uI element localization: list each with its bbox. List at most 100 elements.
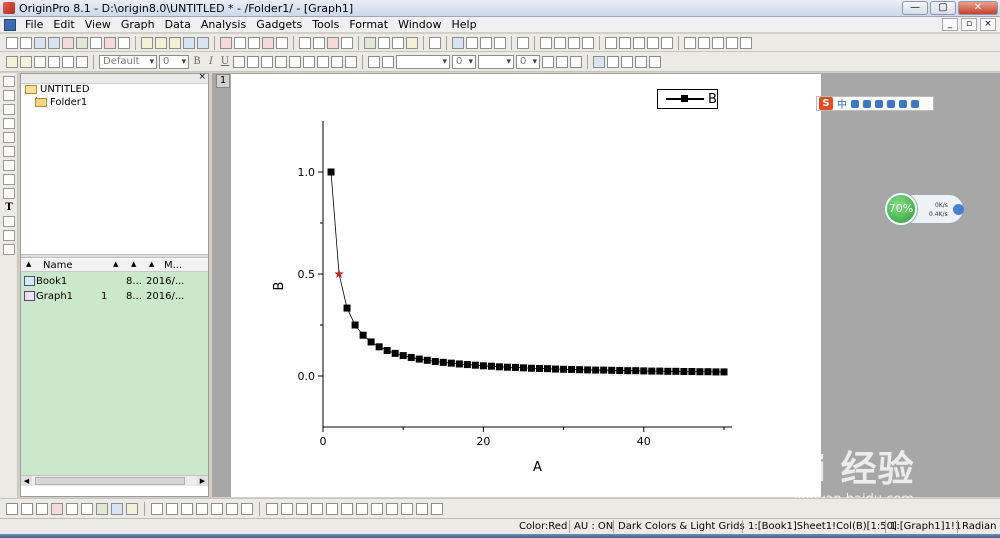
greek-icon[interactable] bbox=[275, 55, 287, 68]
italic-button[interactable]: I bbox=[205, 56, 217, 67]
subscript-icon[interactable] bbox=[247, 55, 259, 68]
menu-edit[interactable]: Edit bbox=[48, 18, 79, 31]
font-select[interactable]: Default bbox=[99, 54, 157, 69]
minimize-button[interactable]: — bbox=[902, 1, 928, 15]
sort-icon[interactable]: ▲ bbox=[113, 260, 118, 268]
add-layer-1-icon[interactable] bbox=[540, 36, 552, 49]
column-plot-icon[interactable] bbox=[51, 502, 63, 515]
align-right-icon[interactable] bbox=[296, 502, 308, 515]
axis-box2-icon[interactable] bbox=[661, 36, 673, 49]
refresh-icon[interactable] bbox=[276, 36, 288, 49]
network-widget[interactable]: 70% 0K/s 0.4K/s bbox=[884, 193, 964, 225]
explorer-close-icon[interactable]: × bbox=[198, 72, 206, 82]
user-icon[interactable] bbox=[887, 99, 895, 108]
wrench-icon[interactable] bbox=[911, 99, 919, 108]
menu-help[interactable]: Help bbox=[446, 18, 481, 31]
keyboard-icon[interactable] bbox=[875, 99, 883, 108]
move-up-icon[interactable] bbox=[621, 55, 633, 68]
mdi-close-button[interactable]: × bbox=[980, 18, 996, 31]
accelerate-icon[interactable] bbox=[953, 204, 964, 215]
new-folder-icon[interactable] bbox=[20, 36, 32, 49]
sort-icon[interactable]: ▲ bbox=[26, 260, 31, 268]
marker-icon[interactable] bbox=[593, 55, 605, 68]
axis-l-icon[interactable] bbox=[605, 36, 617, 49]
mdi-restore-button[interactable]: ▫ bbox=[961, 18, 977, 31]
new-notes-icon[interactable] bbox=[118, 36, 130, 49]
align-2-icon[interactable] bbox=[331, 55, 343, 68]
horizontal-scrollbar[interactable]: ◀ ▶ bbox=[21, 475, 208, 486]
sort-icon[interactable]: ▲ bbox=[131, 260, 136, 268]
align-center-icon[interactable] bbox=[281, 502, 293, 515]
legend[interactable]: B bbox=[657, 89, 718, 109]
sogou-logo-icon[interactable]: S bbox=[819, 97, 833, 110]
pointer-tool-icon[interactable] bbox=[3, 76, 15, 87]
3d-rotate-icon[interactable] bbox=[151, 502, 163, 515]
pencil-icon[interactable] bbox=[6, 55, 18, 68]
column-header-name[interactable]: Name bbox=[43, 260, 73, 271]
ime-mode-label[interactable]: 中 bbox=[837, 96, 847, 111]
code-window-icon[interactable] bbox=[406, 36, 418, 49]
scroll-right-icon[interactable]: ▶ bbox=[197, 476, 208, 486]
table-icon[interactable] bbox=[570, 55, 582, 68]
save-template-icon[interactable] bbox=[197, 36, 209, 49]
punctuation-icon[interactable] bbox=[863, 99, 871, 108]
template-icon[interactable] bbox=[111, 502, 123, 515]
menu-file[interactable]: File bbox=[20, 18, 48, 31]
line-symbol-icon[interactable] bbox=[36, 502, 48, 515]
new-excel-icon[interactable] bbox=[48, 36, 60, 49]
new-project-icon[interactable] bbox=[6, 36, 18, 49]
font-size-select[interactable]: 0 bbox=[159, 54, 189, 69]
3d-plot-icon[interactable] bbox=[66, 502, 78, 515]
3d-color-icon[interactable] bbox=[241, 502, 253, 515]
duplicate-icon[interactable] bbox=[313, 36, 325, 49]
line-plot-icon[interactable] bbox=[6, 502, 18, 515]
3d-bar-icon[interactable] bbox=[211, 502, 223, 515]
font-decrease-icon[interactable] bbox=[303, 55, 315, 68]
same-width-icon[interactable] bbox=[356, 502, 368, 515]
menu-tools[interactable]: Tools bbox=[307, 18, 344, 31]
select-icon[interactable] bbox=[34, 55, 46, 68]
data-reader-icon[interactable] bbox=[3, 132, 15, 143]
new-function-icon[interactable] bbox=[90, 36, 102, 49]
zoom-out-icon[interactable] bbox=[480, 36, 492, 49]
format-icon[interactable] bbox=[48, 55, 60, 68]
front-icon[interactable] bbox=[416, 502, 428, 515]
pattern-icon[interactable] bbox=[542, 55, 554, 68]
maximize-button[interactable]: ▢ bbox=[930, 1, 956, 15]
zoom-in-icon[interactable] bbox=[466, 36, 478, 49]
layer-tab[interactable]: 1 bbox=[216, 74, 230, 88]
add-layer-4-icon[interactable] bbox=[582, 36, 594, 49]
line-style-select[interactable] bbox=[396, 54, 450, 69]
line-tool-icon[interactable] bbox=[3, 230, 15, 241]
sort-icon[interactable]: ▲ bbox=[149, 260, 154, 268]
recalculate-icon[interactable] bbox=[262, 36, 274, 49]
text-tool-icon[interactable]: T bbox=[3, 202, 15, 213]
add-new-columns-icon[interactable] bbox=[429, 36, 441, 49]
zoom-tool-icon[interactable] bbox=[3, 90, 15, 101]
border-icon[interactable] bbox=[556, 55, 568, 68]
open-excel-icon[interactable] bbox=[169, 36, 181, 49]
clock-icon[interactable] bbox=[726, 36, 738, 49]
region-mask-icon[interactable] bbox=[3, 174, 15, 185]
group-icon[interactable] bbox=[386, 502, 398, 515]
menu-view[interactable]: View bbox=[80, 18, 116, 31]
layer-icon[interactable] bbox=[517, 36, 529, 49]
column-header-modified[interactable]: M... bbox=[164, 260, 182, 271]
open-icon[interactable] bbox=[141, 36, 153, 49]
grid-2-icon[interactable] bbox=[649, 55, 661, 68]
line-width-select-2[interactable]: 0 bbox=[516, 54, 540, 69]
superscript-2-icon[interactable] bbox=[261, 55, 273, 68]
scale-icon[interactable] bbox=[3, 188, 15, 199]
menu-graph[interactable]: Graph bbox=[116, 18, 160, 31]
list-item-book1[interactable]: Book1 8... 2016/... bbox=[21, 275, 208, 289]
graph-page[interactable]: 0 20 40 0.0 0.5 1.0 A B bbox=[231, 74, 821, 497]
line-width-select[interactable]: 0 bbox=[452, 54, 476, 69]
add-layer-3-icon[interactable] bbox=[568, 36, 580, 49]
open-template-icon[interactable] bbox=[155, 36, 167, 49]
align-icon[interactable] bbox=[317, 55, 329, 68]
scatter-plot-icon[interactable] bbox=[21, 502, 33, 515]
screen-reader-icon[interactable] bbox=[3, 118, 15, 129]
results-log-icon[interactable] bbox=[378, 36, 390, 49]
new-graph-icon[interactable] bbox=[62, 36, 74, 49]
project-explorer-icon[interactable] bbox=[364, 36, 376, 49]
